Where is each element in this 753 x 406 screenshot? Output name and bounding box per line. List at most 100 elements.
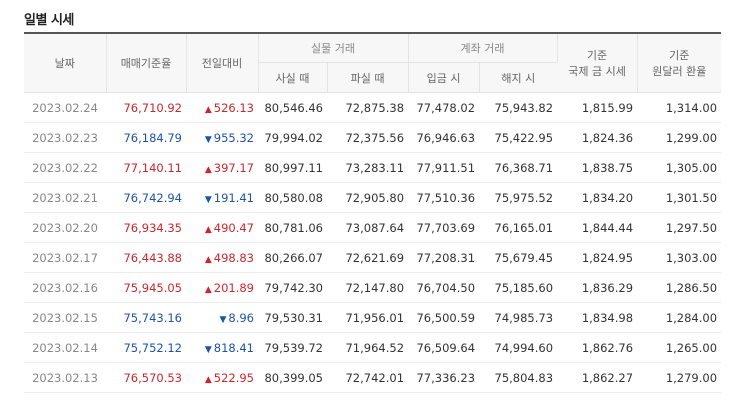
base-rate-cell: 76,710.92 <box>106 92 186 123</box>
change-value: 201.89 <box>213 280 254 295</box>
date-cell: 2023.02.20 <box>24 212 106 243</box>
usd-krw-cell: 1,314.00 <box>637 92 722 123</box>
header-intl-gold-line1: 기준 <box>586 49 608 62</box>
table-row: 2023.02.24 76,710.92 ▲ 526.13 80,546.46 72,87… <box>24 92 722 123</box>
table-row: 2023.02.23 76,184.79 ▼ 955.32 79,994.02 72,37… <box>24 122 722 153</box>
base-rate-cell: 75,945.05 <box>106 272 186 303</box>
withdraw-cell: 74,994.60 <box>479 332 558 363</box>
daily-price-panel: 일별 시세 날짜 매매기준율 전일대비 실물 거래 계좌 거래 기준 국제 금 … <box>0 0 753 406</box>
cash-buy-cell: 71,964.52 <box>327 332 409 363</box>
cash-buy-cell: 72,147.80 <box>327 272 409 303</box>
change-value: 8.96 <box>228 310 254 325</box>
date-cell: 2023.02.23 <box>24 122 106 153</box>
deposit-cell: 76,500.59 <box>408 302 480 333</box>
change-cell: ▼ 8.96 <box>186 302 258 333</box>
usd-krw-cell: 1,297.50 <box>637 212 722 243</box>
change-cell: ▲ 526.13 <box>186 92 258 123</box>
cash-sell-cell: 80,399.05 <box>258 362 327 393</box>
cash-sell-cell: 80,781.06 <box>258 212 327 243</box>
table-row: 2023.02.16 75,945.05 ▲ 201.89 79,742.30 72,14… <box>24 272 722 303</box>
change-cell: ▲ 397.17 <box>186 152 258 183</box>
usd-krw-cell: 1,265.00 <box>637 332 722 363</box>
header-usd-krw-line1: 기준 <box>669 49 690 62</box>
table-row: 2023.02.13 76,570.53 ▲ 522.95 80,399.05 72,74… <box>24 362 722 393</box>
cash-sell-cell: 80,580.08 <box>258 182 327 213</box>
withdraw-cell: 75,679.45 <box>479 242 558 273</box>
cash-buy-cell: 72,375.56 <box>327 122 409 153</box>
arrow-down-icon: ▼ <box>204 194 212 205</box>
cash-sell-cell: 80,546.46 <box>258 92 327 123</box>
arrow-up-icon: ▲ <box>204 164 212 175</box>
intl-gold-cell: 1,834.20 <box>557 182 638 213</box>
base-rate-cell: 76,934.35 <box>106 212 186 243</box>
withdraw-cell: 75,422.95 <box>479 122 558 153</box>
date-cell: 2023.02.15 <box>24 302 106 333</box>
intl-gold-cell: 1,862.27 <box>557 362 638 393</box>
deposit-cell: 77,478.02 <box>408 92 480 123</box>
arrow-up-icon: ▲ <box>204 284 212 295</box>
base-rate-cell: 76,742.94 <box>106 182 186 213</box>
withdraw-cell: 75,943.82 <box>479 92 558 123</box>
cash-sell-cell: 79,994.02 <box>258 122 327 153</box>
table-row: 2023.02.21 76,742.94 ▼ 191.41 80,580.08 72,90… <box>24 182 722 213</box>
date-cell: 2023.02.21 <box>24 182 106 213</box>
cash-buy-cell: 73,283.11 <box>327 152 409 183</box>
table-row: 2023.02.22 77,140.11 ▲ 397.17 80,997.11 73,28… <box>24 152 722 183</box>
table-row: 2023.02.15 75,743.16 ▼ 8.96 79,530.31 71,956.… <box>24 302 722 333</box>
intl-gold-cell: 1,824.95 <box>557 242 638 273</box>
deposit-cell: 77,208.31 <box>408 242 480 273</box>
base-rate-cell: 76,570.53 <box>106 362 186 393</box>
header-change: 전일대비 <box>186 33 259 93</box>
base-rate-cell: 77,140.11 <box>106 152 186 183</box>
withdraw-cell: 76,368.71 <box>479 152 558 183</box>
date-cell: 2023.02.13 <box>24 362 106 393</box>
header-date: 날짜 <box>24 33 107 93</box>
withdraw-cell: 75,185.60 <box>479 272 558 303</box>
deposit-cell: 77,510.36 <box>408 182 480 213</box>
table-body: 2023.02.24 76,710.92 ▲ 526.13 80,546.46 72,87… <box>24 92 722 393</box>
change-value: 397.17 <box>213 160 254 175</box>
withdraw-cell: 76,165.01 <box>479 212 558 243</box>
usd-krw-cell: 1,284.00 <box>637 302 722 333</box>
header-cash-sell: 사실 때 <box>258 62 328 93</box>
usd-krw-cell: 1,299.00 <box>637 122 722 153</box>
cash-buy-cell: 72,621.69 <box>327 242 409 273</box>
deposit-cell: 77,911.51 <box>408 152 480 183</box>
intl-gold-cell: 1,834.98 <box>557 302 638 333</box>
intl-gold-cell: 1,862.76 <box>557 332 638 363</box>
usd-krw-cell: 1,279.00 <box>637 362 722 393</box>
change-value: 818.41 <box>213 340 254 355</box>
change-cell: ▼ 818.41 <box>186 332 258 363</box>
cash-sell-cell: 79,539.72 <box>258 332 327 363</box>
intl-gold-cell: 1,815.99 <box>557 92 638 123</box>
cash-buy-cell: 73,087.64 <box>327 212 409 243</box>
deposit-cell: 77,336.23 <box>408 362 480 393</box>
arrow-up-icon: ▲ <box>204 254 212 265</box>
deposit-cell: 76,509.64 <box>408 332 480 363</box>
header-base-rate: 매매기준율 <box>106 33 187 93</box>
base-rate-cell: 76,184.79 <box>106 122 186 153</box>
section-title: 일별 시세 <box>24 13 74 28</box>
arrow-down-icon: ▼ <box>204 134 212 145</box>
cash-buy-cell: 72,875.38 <box>327 92 409 123</box>
change-value: 955.32 <box>213 130 254 145</box>
intl-gold-cell: 1,838.75 <box>557 152 638 183</box>
header-usd-krw: 기준 원달러 환율 <box>637 33 722 93</box>
base-rate-cell: 75,743.16 <box>106 302 186 333</box>
cash-sell-cell: 79,742.30 <box>258 272 327 303</box>
usd-krw-cell: 1,286.50 <box>637 272 722 303</box>
change-cell: ▲ 490.47 <box>186 212 258 243</box>
header-withdraw: 해지 시 <box>479 62 558 93</box>
change-cell: ▲ 201.89 <box>186 272 258 303</box>
header-cash-group: 실물 거래 <box>258 33 409 63</box>
deposit-cell: 77,703.69 <box>408 212 480 243</box>
cash-sell-cell: 79,530.31 <box>258 302 327 333</box>
deposit-cell: 76,946.63 <box>408 122 480 153</box>
change-cell: ▼ 955.32 <box>186 122 258 153</box>
change-value: 490.47 <box>213 220 254 235</box>
change-value: 191.41 <box>213 190 254 205</box>
change-cell: ▲ 498.83 <box>186 242 258 273</box>
withdraw-cell: 75,804.83 <box>479 362 558 393</box>
date-cell: 2023.02.22 <box>24 152 106 183</box>
change-value: 526.13 <box>213 100 254 115</box>
